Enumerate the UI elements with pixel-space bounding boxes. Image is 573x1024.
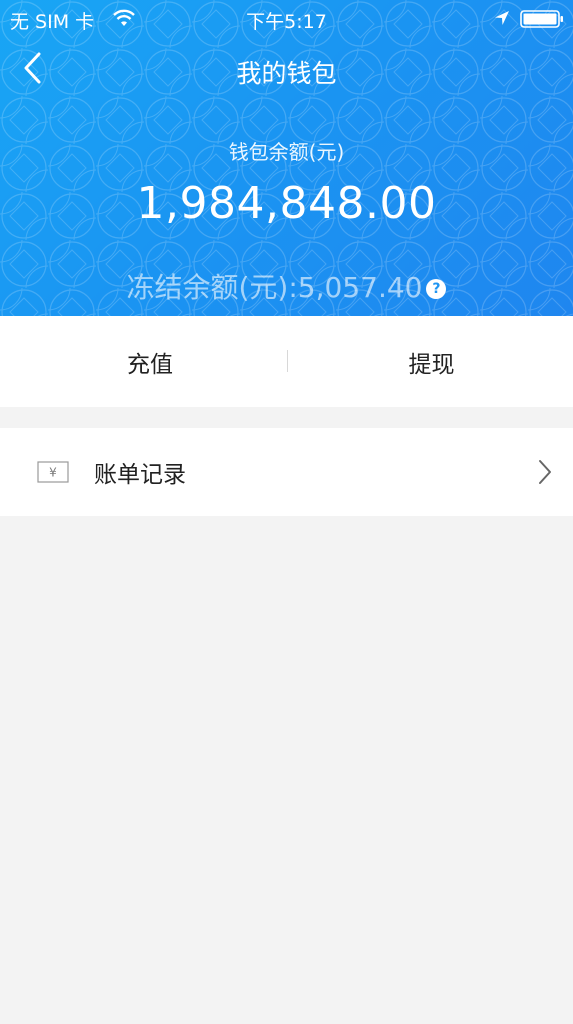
location-icon [495, 11, 509, 25]
nav-bar: 我的钱包 [0, 40, 573, 104]
wallet-header: 无 SIM 卡 下午5:17 我的钱包 钱包余额(元) 1,984,848.00… [0, 0, 573, 316]
frozen-balance-text: 冻结余额(元):5,057.40 [126, 271, 423, 304]
chevron-right-icon [539, 460, 551, 484]
withdraw-button[interactable]: 提现 [290, 316, 573, 407]
status-bar: 无 SIM 卡 下午5:17 [0, 0, 573, 38]
svg-text:¥: ¥ [49, 466, 57, 480]
actions-divider [287, 350, 288, 372]
wallet-actions: 充值 提现 [0, 316, 573, 407]
battery-icon [520, 10, 563, 28]
status-time: 下午5:17 [246, 11, 327, 33]
balance-label: 钱包余额(元) [228, 140, 345, 164]
list-item-bill-records[interactable]: ¥ 账单记录 [0, 428, 573, 516]
bill-records-label: 账单记录 [94, 462, 186, 488]
help-icon[interactable]: ? [426, 279, 447, 299]
recharge-button[interactable]: 充值 [10, 316, 290, 407]
page-title: 我的钱包 [236, 59, 337, 88]
frozen-balance: 冻结余额(元):5,057.40? [0, 266, 573, 306]
bill-icon: ¥ [37, 461, 69, 483]
balance-value: 1,984,848.00 [136, 178, 437, 229]
